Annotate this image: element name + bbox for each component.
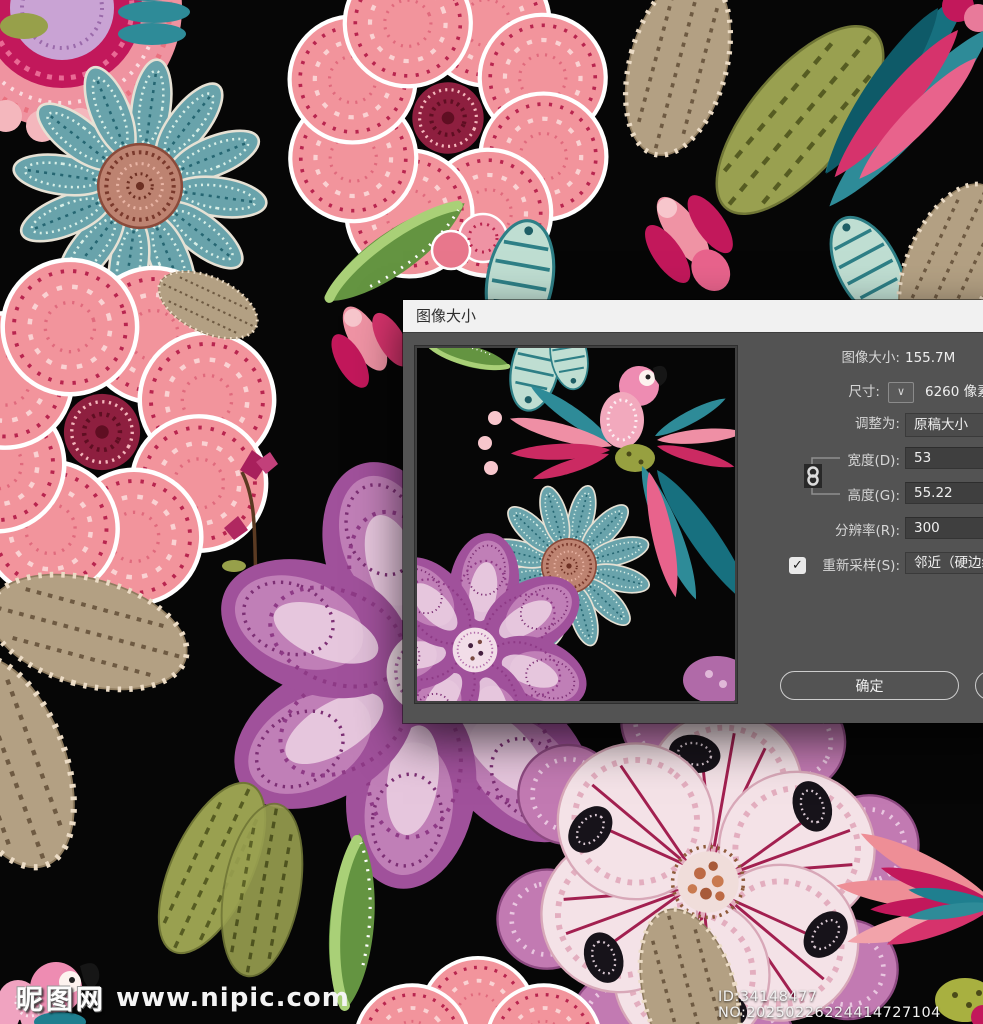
image-size-value: 155.7M <box>905 348 955 368</box>
preview-art <box>417 348 735 701</box>
dialog-titlebar[interactable]: 图像大小 <box>403 300 983 332</box>
photoshop-canvas: 昵图网 www.nipic.com ID:34148477 NO:2025022… <box>0 0 983 1024</box>
watermark-site: 昵图网 www.nipic.com <box>16 978 350 1017</box>
image-size-label: 图像大小: <box>723 348 900 368</box>
width-input[interactable]: 53 <box>905 447 983 469</box>
site-url: www.nipic.com <box>116 983 350 1013</box>
dimensions-value: 6260 像素 <box>925 382 983 402</box>
watermark-id: ID:34148477 NO:20250226224414727104 <box>718 989 983 1021</box>
fit-to-dropdown[interactable]: 原稿大小 <box>905 413 983 437</box>
dialog-body: 图像大小: 155.7M 尺寸: ∨ 6260 像素 调整为: 原稿大小 宽度(… <box>403 332 983 723</box>
fit-to-label: 调整为: <box>723 414 900 434</box>
resample-label: 重新采样(S): <box>723 556 900 576</box>
dimensions-label: 尺寸: <box>723 382 880 402</box>
resample-dropdown[interactable]: 邻近（硬边缘） <box>905 552 983 574</box>
chevron-down-icon[interactable]: ∨ <box>888 382 914 403</box>
height-input[interactable]: 55.22 <box>905 482 983 504</box>
image-size-dialog: 图像大小 <box>403 300 983 723</box>
site-logo: 昵图网 <box>16 978 106 1017</box>
resolution-input[interactable]: 300 <box>905 517 983 539</box>
cancel-button-partial[interactable] <box>975 671 983 700</box>
image-preview[interactable] <box>415 346 737 703</box>
link-dimensions-control[interactable] <box>798 451 846 501</box>
dialog-title: 图像大小 <box>416 307 476 325</box>
link-dimensions-icon <box>798 451 846 501</box>
resolution-label: 分辨率(R): <box>723 521 900 541</box>
ok-button[interactable]: 确定 <box>780 671 959 700</box>
